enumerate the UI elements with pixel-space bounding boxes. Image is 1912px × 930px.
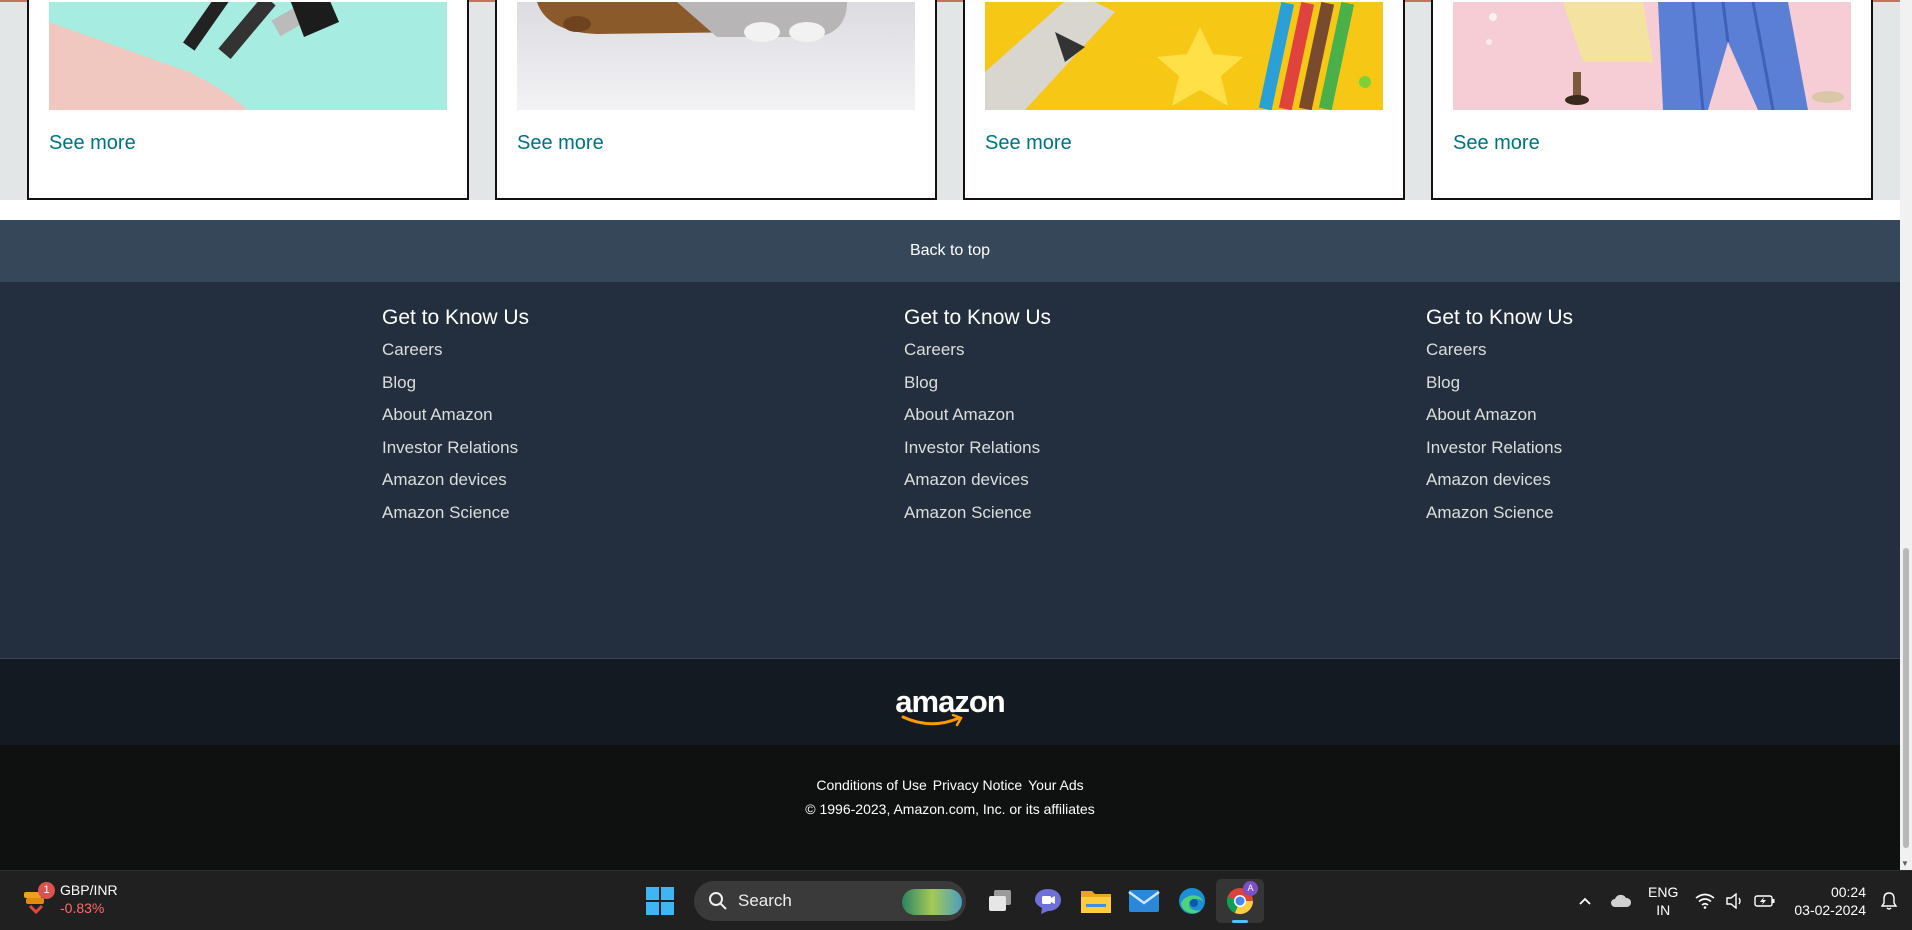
edge-browser-button[interactable] xyxy=(1168,879,1216,923)
footer-link-investor-relations[interactable]: Investor Relations xyxy=(904,438,1051,471)
see-more-link[interactable]: See more xyxy=(1453,132,1540,155)
footer-column-heading: Get to Know Us xyxy=(904,306,1052,329)
amazon-smile-icon xyxy=(901,714,964,727)
language-code: ENG xyxy=(1648,884,1679,900)
chevron-up-icon xyxy=(1579,897,1591,905)
taskbar-clock[interactable]: 00:24 03-02-2024 xyxy=(1794,883,1866,919)
footer-link-careers[interactable]: Careers xyxy=(382,340,529,373)
speaker-icon xyxy=(1726,893,1742,909)
category-card: See more xyxy=(963,0,1405,200)
browser-viewport: See more See more See more See more Back… xyxy=(0,0,1900,870)
footer-link-amazon-devices[interactable]: Amazon devices xyxy=(904,470,1051,503)
notifications-button[interactable] xyxy=(1874,886,1904,916)
footer-column: Get to Know Us Careers Blog About Amazon… xyxy=(1426,306,1573,536)
card-image-toys[interactable] xyxy=(985,2,1383,110)
footer-link-amazon-devices[interactable]: Amazon devices xyxy=(1426,470,1573,503)
currency-widget[interactable]: 1 GBP/INR -0.83% xyxy=(22,881,118,917)
teams-chat-icon xyxy=(1035,889,1061,914)
clock-time: 00:24 xyxy=(1830,884,1866,900)
footer-link-blog[interactable]: Blog xyxy=(1426,373,1573,406)
mail-icon xyxy=(1128,890,1160,912)
task-view-icon xyxy=(989,890,1011,911)
card-image-fashion[interactable] xyxy=(1453,2,1851,110)
search-label: Search xyxy=(738,891,792,910)
footer-link-investor-relations[interactable]: Investor Relations xyxy=(1426,438,1573,471)
chrome-button[interactable]: A xyxy=(1216,879,1264,923)
windows-taskbar: 1 GBP/INR -0.83% Search A ENG IN 00:24 0… xyxy=(0,870,1912,930)
mail-button[interactable] xyxy=(1120,879,1168,923)
footer-link-amazon-science[interactable]: Amazon Science xyxy=(1426,503,1573,536)
category-card: See more xyxy=(495,0,937,200)
edge-icon xyxy=(1179,888,1205,914)
see-more-link[interactable]: See more xyxy=(49,132,136,155)
scroll-down-arrow-icon[interactable]: ▼ xyxy=(1901,859,1909,868)
windows-logo-icon xyxy=(646,887,674,915)
footer-column: Get to Know Us Careers Blog About Amazon… xyxy=(904,306,1051,536)
footer-link-careers[interactable]: Careers xyxy=(1426,340,1573,373)
folder-icon xyxy=(1081,891,1111,913)
clock-date: 03-02-2024 xyxy=(1794,902,1866,918)
search-highlight-image xyxy=(902,889,962,915)
taskbar-search[interactable]: Search xyxy=(694,881,966,921)
footer-navigation: Get to Know Us Careers Blog About Amazon… xyxy=(0,282,1900,658)
input-language-indicator[interactable]: ENG IN xyxy=(1648,883,1678,919)
bell-icon xyxy=(1880,892,1898,910)
wifi-icon xyxy=(1695,893,1715,909)
footer-link-about-amazon[interactable]: About Amazon xyxy=(904,405,1051,438)
copyright-text: © 1996-2023, Amazon.com, Inc. or its aff… xyxy=(805,801,1095,817)
card-image-pets[interactable] xyxy=(517,2,915,110)
show-hidden-icons-button[interactable] xyxy=(1570,886,1600,916)
footer-link-careers[interactable]: Careers xyxy=(904,340,1051,373)
category-card: See more xyxy=(27,0,469,200)
footer-link-about-amazon[interactable]: About Amazon xyxy=(1426,405,1573,438)
page-scrollbar[interactable]: ▼ xyxy=(1900,0,1912,870)
footer-link-amazon-science[interactable]: Amazon Science xyxy=(382,503,529,536)
cloud-icon xyxy=(1611,894,1632,907)
battery-charging-icon xyxy=(1754,895,1775,907)
chrome-profile-badge: A xyxy=(1243,881,1258,896)
footer-link-blog[interactable]: Blog xyxy=(382,373,529,406)
volume-button[interactable] xyxy=(1720,886,1750,916)
onedrive-button[interactable] xyxy=(1606,886,1636,916)
amazon-logo[interactable]: amazon xyxy=(895,684,1006,727)
footer-link-about-amazon[interactable]: About Amazon xyxy=(382,405,529,438)
region-code: IN xyxy=(1656,902,1671,918)
currency-pair: GBP/INR xyxy=(60,882,118,898)
see-more-link[interactable]: See more xyxy=(985,132,1072,155)
footer-link-investor-relations[interactable]: Investor Relations xyxy=(382,438,529,471)
footer-link-amazon-devices[interactable]: Amazon devices xyxy=(382,470,529,503)
system-tray: ENG IN 00:24 03-02-2024 xyxy=(1570,871,1912,930)
currency-widget-icon: 1 xyxy=(22,882,55,915)
currency-change: -0.83% xyxy=(60,900,105,916)
battery-button[interactable] xyxy=(1750,886,1780,916)
search-icon xyxy=(709,892,727,910)
section-gap xyxy=(0,200,1900,220)
wifi-button[interactable] xyxy=(1690,886,1720,916)
scrollbar-thumb[interactable] xyxy=(1903,548,1909,848)
start-button[interactable] xyxy=(636,879,684,923)
task-view-button[interactable] xyxy=(976,879,1024,923)
footer-legal: Conditions of Use Privacy Notice Your Ad… xyxy=(0,745,1900,870)
taskbar-apps: Search A xyxy=(636,879,1264,923)
footer-column-heading: Get to Know Us xyxy=(382,306,530,329)
conditions-of-use-link[interactable]: Conditions of Use xyxy=(816,777,927,793)
footer-logo-band: amazon xyxy=(0,658,1900,745)
notification-badge: 1 xyxy=(38,882,55,899)
category-card: See more xyxy=(1431,0,1873,200)
footer-column: Get to Know Us Careers Blog About Amazon… xyxy=(382,306,529,536)
footer-link-blog[interactable]: Blog xyxy=(904,373,1051,406)
see-more-link[interactable]: See more xyxy=(517,132,604,155)
teams-chat-button[interactable] xyxy=(1024,879,1072,923)
privacy-notice-link[interactable]: Privacy Notice xyxy=(933,777,1022,793)
back-to-top-button[interactable]: Back to top xyxy=(0,220,1900,282)
card-image-beauty[interactable] xyxy=(49,2,447,110)
footer-column-heading: Get to Know Us xyxy=(1426,306,1574,329)
your-ads-link[interactable]: Your Ads xyxy=(1028,777,1084,793)
file-explorer-button[interactable] xyxy=(1072,879,1120,923)
footer-link-amazon-science[interactable]: Amazon Science xyxy=(904,503,1051,536)
